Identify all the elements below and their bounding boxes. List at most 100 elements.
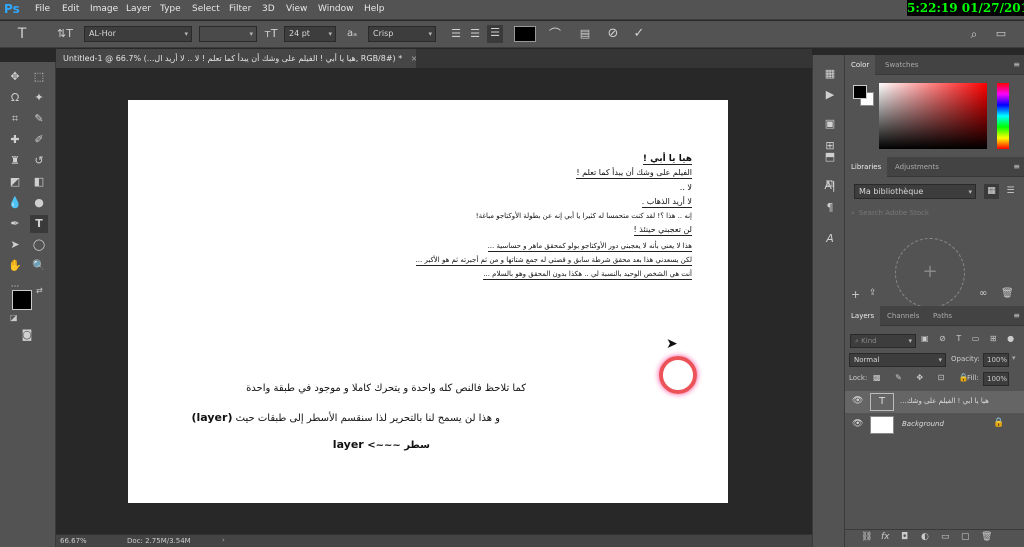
library-add-placeholder[interactable]: + bbox=[895, 238, 965, 308]
blur-tool-icon[interactable]: 💧 bbox=[6, 194, 24, 212]
text-line-3[interactable]: لا .. bbox=[680, 183, 692, 193]
marquee-tool-icon[interactable]: ⬚ bbox=[30, 68, 48, 86]
3d-panel-icon[interactable]: ⬒ bbox=[820, 148, 840, 166]
text-line-8[interactable]: لكن يسعدني هذا بعد محقق شرطة سابق و قصتي… bbox=[415, 255, 692, 266]
text-line-6[interactable]: لن تعجبني حينئذ ! bbox=[633, 225, 692, 236]
magic-wand-tool-icon[interactable]: ✦ bbox=[30, 89, 48, 107]
library-delete-icon[interactable]: 🗑 bbox=[1001, 288, 1014, 299]
eraser-tool-icon[interactable]: ◩ bbox=[6, 173, 24, 191]
pen-tool-icon[interactable]: ✒ bbox=[6, 215, 24, 233]
warp-text-icon[interactable]: ⌒ bbox=[547, 26, 563, 42]
library-add-icon[interactable]: + bbox=[851, 288, 860, 301]
character-panel-icon[interactable]: A| bbox=[820, 177, 840, 195]
menu-help[interactable]: Help bbox=[364, 4, 385, 14]
list-view-icon[interactable]: ☰ bbox=[1003, 184, 1018, 199]
tab-paths[interactable]: Paths bbox=[927, 306, 958, 326]
tab-channels[interactable]: Channels bbox=[881, 306, 925, 326]
opacity-input[interactable]: 100% bbox=[983, 353, 1009, 367]
menu-3d[interactable]: 3D bbox=[262, 4, 275, 14]
properties-panel-icon[interactable]: ▣ bbox=[820, 115, 840, 133]
color-field[interactable] bbox=[879, 83, 987, 149]
antialias-select[interactable]: Crisp ▾ bbox=[368, 26, 436, 42]
path-selection-tool-icon[interactable]: ➤ bbox=[6, 236, 24, 254]
align-right-icon[interactable]: ☰ bbox=[487, 25, 503, 43]
search-icon[interactable]: ⌕ bbox=[966, 26, 982, 42]
chevron-down-icon[interactable]: ▾ bbox=[1012, 354, 1016, 362]
menu-window[interactable]: Window bbox=[318, 4, 354, 14]
adjustment-layer-icon[interactable]: ◐ bbox=[921, 532, 929, 542]
lasso-tool-icon[interactable]: ᘯ bbox=[6, 89, 24, 107]
clone-stamp-tool-icon[interactable]: ♜ bbox=[6, 152, 24, 170]
visibility-eye-icon[interactable]: 👁 bbox=[852, 419, 863, 429]
zoom-tool-icon[interactable]: 🔍 bbox=[30, 257, 48, 275]
status-menu-chevron-icon[interactable]: › bbox=[222, 536, 225, 544]
text-line-1[interactable]: هيا يا أبي ! bbox=[642, 154, 692, 165]
panel-menu-icon[interactable]: ≡ bbox=[1013, 162, 1020, 171]
menu-view[interactable]: View bbox=[286, 4, 307, 14]
type-tool-preset-icon[interactable]: T bbox=[12, 26, 32, 42]
hand-tool-icon[interactable]: ✋ bbox=[6, 257, 24, 275]
workspace-icon[interactable]: ▭ bbox=[993, 26, 1009, 42]
text-color-swatch[interactable] bbox=[514, 26, 536, 42]
text-line-4[interactable]: لا أريد الذهاب . bbox=[641, 197, 692, 208]
commit-edit-icon[interactable]: ✓ bbox=[631, 26, 647, 42]
foreground-color-swatch[interactable] bbox=[12, 290, 32, 310]
dodge-tool-icon[interactable]: ● bbox=[30, 194, 48, 212]
brush-tool-icon[interactable]: ✐ bbox=[30, 131, 48, 149]
document-canvas[interactable]: هيا يا أبي ! الفيلم على وشك أن يبدأ كما … bbox=[128, 100, 728, 503]
align-center-icon[interactable]: ☰ bbox=[468, 26, 482, 42]
layer-row-text[interactable]: 👁 T هيا يا أبي ! الفيلم على وشك... bbox=[845, 391, 1024, 413]
text-line-5[interactable]: إنه .. هذا ؟! لقد كنت متحمسا له كثيرا يا… bbox=[476, 211, 692, 221]
eyedropper-tool-icon[interactable]: ✎ bbox=[30, 110, 48, 128]
creative-cloud-icon[interactable]: ∞ bbox=[979, 288, 987, 299]
fill-input[interactable]: 100% bbox=[983, 372, 1009, 386]
close-tab-icon[interactable]: × bbox=[411, 54, 416, 63]
layer-name[interactable]: Background bbox=[902, 420, 944, 428]
text-line-9[interactable]: أنت هي الشخص الوحيد بالنسبة لي .. هكذا ب… bbox=[483, 269, 692, 280]
crop-tool-icon[interactable]: ⌗ bbox=[6, 110, 24, 128]
grid-view-icon[interactable]: ▦ bbox=[984, 184, 999, 199]
default-colors-icon[interactable]: ◪ bbox=[10, 313, 18, 322]
layer-filter-icons[interactable]: ▣ ⊘ T ▭ ⊞ ● bbox=[921, 334, 1021, 348]
gradient-tool-icon[interactable]: ◧ bbox=[30, 173, 48, 191]
delete-layer-icon[interactable]: 🗑 bbox=[981, 532, 992, 542]
text-line-2[interactable]: الفيلم على وشك أن يبدأ كما تعلم ! bbox=[576, 168, 692, 179]
zoom-level[interactable]: 66.67% bbox=[60, 537, 87, 545]
type-tool-icon[interactable]: T bbox=[30, 215, 48, 233]
menu-filter[interactable]: Filter bbox=[229, 4, 251, 14]
toggle-orientation-icon[interactable]: ⇅T bbox=[55, 26, 75, 42]
font-style-select[interactable]: ▾ bbox=[199, 26, 257, 42]
quick-mask-icon[interactable]: ◙ bbox=[18, 326, 36, 344]
ellipse-tool-icon[interactable]: ◯ bbox=[30, 236, 48, 254]
document-tab[interactable]: Untitled-1 @ 66.7% (...هيا يا أبي ! الفي… bbox=[56, 49, 416, 68]
link-layers-icon[interactable]: ⛓ bbox=[861, 532, 872, 542]
tab-adjustments[interactable]: Adjustments bbox=[889, 157, 945, 177]
character-panel-icon[interactable]: ▤ bbox=[577, 26, 593, 42]
tab-swatches[interactable]: Swatches bbox=[879, 55, 924, 75]
healing-brush-tool-icon[interactable]: ✚ bbox=[6, 131, 24, 149]
menu-file[interactable]: File bbox=[35, 4, 50, 14]
menu-layer[interactable]: Layer bbox=[126, 4, 151, 14]
layer-filter-kind[interactable]: ⌕ Kind ▾ bbox=[850, 334, 916, 348]
tab-libraries[interactable]: Libraries bbox=[845, 157, 888, 177]
new-group-icon[interactable]: ▭ bbox=[941, 532, 950, 542]
paragraph-panel-icon[interactable]: ¶ bbox=[820, 199, 840, 217]
add-mask-icon[interactable]: ◘ bbox=[901, 532, 908, 542]
history-brush-tool-icon[interactable]: ↺ bbox=[30, 152, 48, 170]
tab-layers[interactable]: Layers bbox=[845, 306, 881, 326]
library-search-field[interactable]: ⌕ Search Adobe Stock bbox=[851, 206, 1016, 220]
library-upload-icon[interactable]: ⇪ bbox=[869, 288, 877, 298]
text-line-7[interactable]: هذا لا يعني بأنه لا يعجبني دور الأوكتاجو… bbox=[487, 241, 692, 252]
new-layer-icon[interactable]: ▢ bbox=[961, 532, 970, 542]
actions-panel-icon[interactable]: ▶ bbox=[820, 86, 840, 104]
glyphs-panel-icon[interactable]: 𝘈 bbox=[820, 230, 840, 248]
swap-colors-icon[interactable]: ⇄ bbox=[36, 286, 43, 295]
panel-menu-icon[interactable]: ≡ bbox=[1013, 311, 1020, 320]
layer-name[interactable]: هيا يا أبي ! الفيلم على وشك... bbox=[900, 397, 1018, 405]
color-panel-foreground[interactable] bbox=[853, 85, 867, 99]
layer-style-icon[interactable]: fx bbox=[881, 532, 890, 542]
tab-color[interactable]: Color bbox=[845, 55, 876, 75]
font-size-select[interactable]: 24 pt ▾ bbox=[284, 26, 336, 42]
menu-type[interactable]: Type bbox=[160, 4, 181, 14]
visibility-eye-icon[interactable]: 👁 bbox=[852, 396, 863, 406]
